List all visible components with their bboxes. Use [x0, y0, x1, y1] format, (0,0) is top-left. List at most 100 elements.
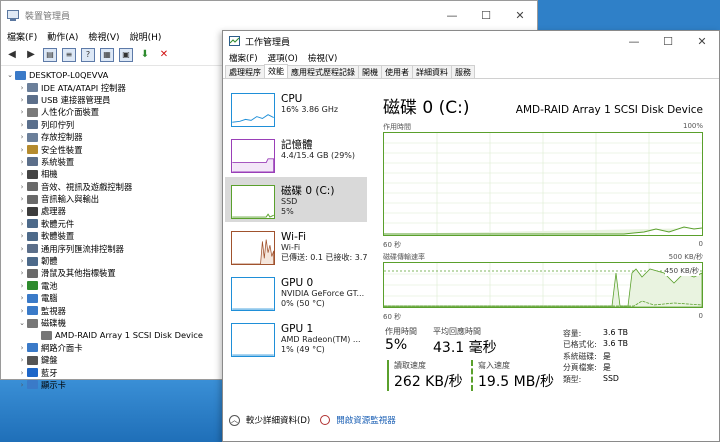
- back-arrow-icon[interactable]: ◀: [5, 48, 19, 62]
- write-speed-stat-value: 19.5 MB/秒: [478, 374, 555, 390]
- resource-name: Wi-Fi: [281, 231, 307, 243]
- expand-chevron-icon[interactable]: ›: [17, 121, 27, 129]
- tab-app-history[interactable]: 應用程式歷程記錄: [287, 65, 359, 78]
- update-driver-icon[interactable]: ▦: [100, 47, 114, 62]
- resource-card-disk[interactable]: 磁碟 0 (C:) SSD 5%: [225, 177, 367, 222]
- expand-chevron-icon[interactable]: ›: [17, 207, 27, 215]
- active-time-stat-value: 5%: [385, 337, 408, 353]
- window-title: 裝置管理員: [25, 11, 71, 22]
- tree-item-label: 藍牙: [41, 367, 58, 378]
- resource-card-gpu1[interactable]: GPU 1 AMD Radeon(TM) ... 1% (49 °C): [225, 315, 367, 360]
- close-button[interactable]: ✕: [503, 1, 537, 29]
- expand-chevron-icon[interactable]: ›: [17, 369, 27, 377]
- menu-bar: 檔案(F) 選項(O) 檢視(V): [223, 51, 719, 65]
- tab-details[interactable]: 詳細資料: [412, 65, 452, 78]
- expand-chevron-icon[interactable]: ›: [17, 307, 27, 315]
- menu-view[interactable]: 檢視(V): [308, 52, 337, 64]
- tree-item-label: 滑鼠及其他指標裝置: [41, 268, 116, 279]
- device-category-icon: [27, 219, 38, 229]
- tab-performance[interactable]: 效能: [264, 64, 288, 78]
- uninstall-icon[interactable]: ✕: [157, 48, 171, 62]
- collapse-chevron-icon[interactable]: ⌄: [17, 319, 27, 327]
- menu-file[interactable]: 檔案(F): [7, 30, 37, 43]
- chevron-up-icon[interactable]: ︿: [229, 414, 240, 426]
- menu-help[interactable]: 說明(H): [130, 30, 162, 43]
- device-manager-icon: [7, 9, 19, 21]
- expand-chevron-icon[interactable]: ›: [17, 183, 27, 191]
- device-category-icon: [27, 132, 38, 142]
- tree-item-label: AMD-RAID Array 1 SCSI Disk Device: [55, 330, 203, 341]
- device-manager-titlebar[interactable]: 裝置管理員 — ☐ ✕: [1, 1, 537, 29]
- close-button[interactable]: ✕: [685, 31, 719, 51]
- details-icon[interactable]: ≡: [62, 47, 76, 62]
- menu-view[interactable]: 檢視(V): [88, 30, 119, 43]
- tree-item-label: 軟體元件: [41, 218, 75, 229]
- task-manager-window[interactable]: 工作管理員 — ☐ ✕ 檔案(F) 選項(O) 檢視(V) 處理程序 效能 應用…: [222, 30, 720, 442]
- fewer-details-link[interactable]: 較少詳細資料(D): [246, 414, 310, 426]
- menu-options[interactable]: 選項(O): [268, 52, 298, 64]
- transfer-rate-graph-label: 磁碟傳輸速率: [383, 253, 425, 261]
- tree-item-label: 軟體裝置: [41, 231, 75, 242]
- expand-chevron-icon[interactable]: ›: [17, 257, 27, 265]
- expand-chevron-icon[interactable]: ›: [17, 84, 27, 92]
- expand-chevron-icon[interactable]: ›: [17, 220, 27, 228]
- tab-services[interactable]: 服務: [451, 65, 475, 78]
- detail-title: 磁碟 0 (C:): [383, 98, 470, 118]
- active-time-stat-label: 作用時間: [385, 327, 417, 336]
- expand-chevron-icon[interactable]: ›: [17, 269, 27, 277]
- resource-card-wifi[interactable]: Wi-Fi Wi-Fi 已傳送: 0.1 已接收: 3.7: [225, 223, 367, 268]
- response-time-stat-label: 平均回應時間: [433, 327, 481, 336]
- expand-chevron-icon[interactable]: ›: [17, 245, 27, 253]
- maximize-button[interactable]: ☐: [469, 1, 503, 29]
- disk-property-row: 已格式化: 3.6 TB: [563, 339, 663, 350]
- resource-thumbnail-graph: [231, 139, 275, 173]
- expand-chevron-icon[interactable]: ›: [17, 158, 27, 166]
- expand-chevron-icon[interactable]: ›: [17, 282, 27, 290]
- device-category-icon: [27, 343, 38, 353]
- help-icon[interactable]: ?: [81, 47, 95, 62]
- resource-thumbnail-graph: [231, 323, 275, 357]
- tab-startup[interactable]: 開機: [358, 65, 382, 78]
- expand-chevron-icon[interactable]: ›: [17, 232, 27, 240]
- add-device-icon[interactable]: ⬇: [138, 48, 152, 62]
- open-resource-monitor-link[interactable]: 開啟資源監視器: [336, 414, 396, 426]
- forward-arrow-icon[interactable]: ▶: [24, 48, 38, 62]
- expand-chevron-icon[interactable]: ›: [17, 294, 27, 302]
- properties-icon[interactable]: ▤: [43, 47, 57, 62]
- active-time-graph-x-left: 60 秒: [383, 241, 402, 249]
- menu-file[interactable]: 檔案(F): [229, 52, 258, 64]
- tab-users[interactable]: 使用者: [381, 65, 413, 78]
- resource-card-cpu[interactable]: CPU 16% 3.86 GHz: [225, 85, 367, 130]
- device-category-icon: [27, 231, 38, 241]
- expand-chevron-icon[interactable]: ›: [17, 344, 27, 352]
- resource-detail-line: SSD: [281, 197, 298, 206]
- minimize-button[interactable]: —: [435, 1, 469, 29]
- device-category-icon: [27, 281, 38, 291]
- tree-item-label: 系統裝置: [41, 156, 75, 167]
- device-category-icon: [27, 169, 38, 179]
- menu-action[interactable]: 動作(A): [47, 30, 78, 43]
- expand-chevron-icon[interactable]: ›: [17, 133, 27, 141]
- resource-card-memory[interactable]: 記憶體 4.4/15.4 GB (29%): [225, 131, 367, 176]
- resource-card-gpu0[interactable]: GPU 0 NVIDIA GeForce GT... 0% (50 °C): [225, 269, 367, 314]
- expand-chevron-icon[interactable]: ›: [17, 170, 27, 178]
- expand-chevron-icon[interactable]: ›: [17, 356, 27, 364]
- scan-hardware-icon[interactable]: ▣: [119, 47, 133, 62]
- tab-processes[interactable]: 處理程序: [225, 65, 265, 78]
- task-manager-titlebar[interactable]: 工作管理員 — ☐ ✕: [223, 31, 719, 51]
- expand-chevron-icon[interactable]: ›: [17, 108, 27, 116]
- maximize-button[interactable]: ☐: [651, 31, 685, 51]
- property-value: SSD: [603, 373, 619, 383]
- expand-chevron-icon[interactable]: ›: [17, 146, 27, 154]
- expand-chevron-icon[interactable]: ›: [17, 381, 27, 389]
- device-category-icon: [27, 194, 38, 204]
- collapse-chevron-icon[interactable]: ⌄: [5, 71, 15, 79]
- expand-chevron-icon[interactable]: ›: [17, 195, 27, 203]
- transfer-rate-graph-x-left: 60 秒: [383, 313, 402, 321]
- tree-item-label: 通用序列匯流排控制器: [41, 243, 124, 254]
- device-category-icon: [27, 244, 38, 254]
- minimize-button[interactable]: —: [617, 31, 651, 51]
- resource-name: 磁碟 0 (C:): [281, 185, 335, 197]
- expand-chevron-icon[interactable]: ›: [17, 96, 27, 104]
- read-speed-stat-label: 讀取速度: [394, 361, 426, 370]
